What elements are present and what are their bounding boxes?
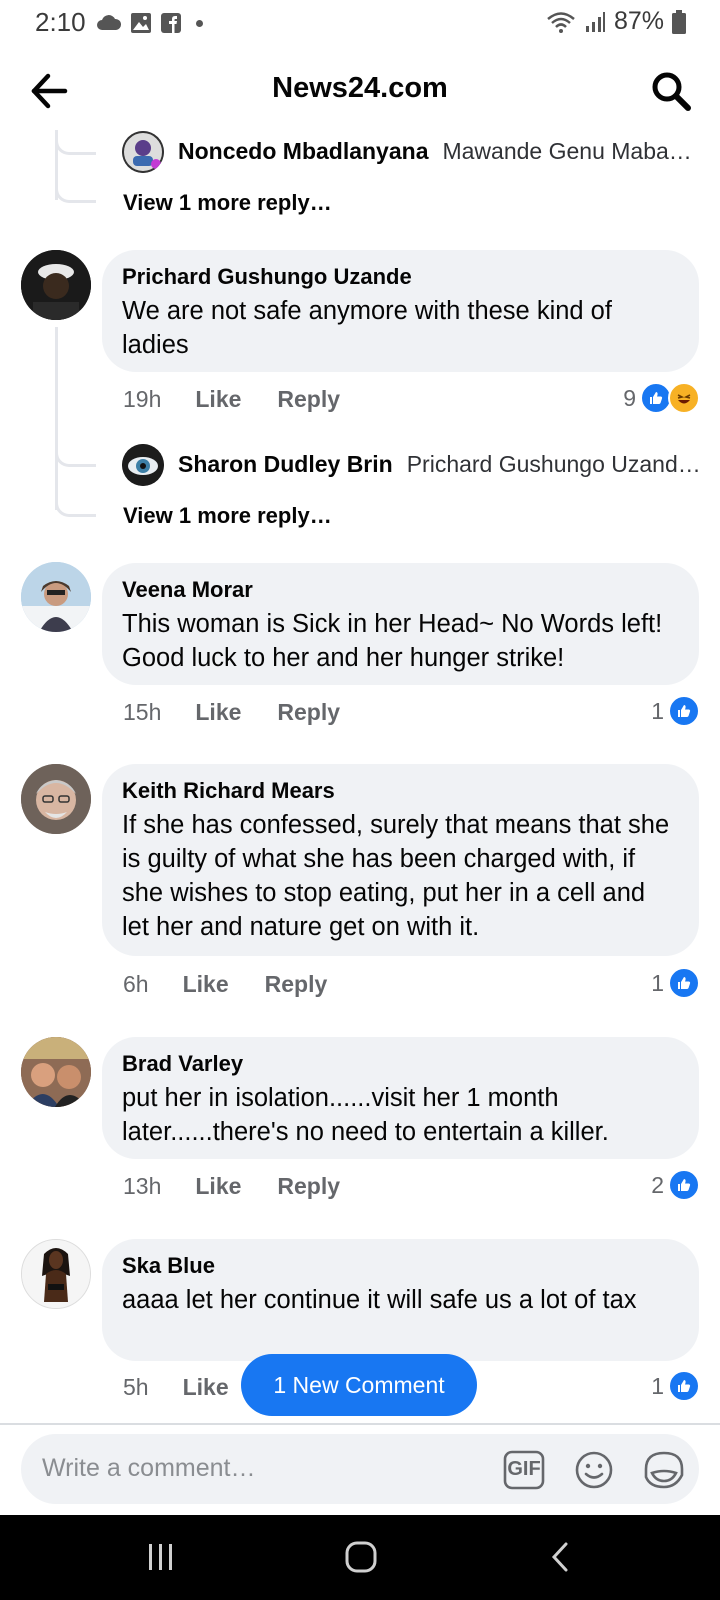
comment-bubble[interactable]: Keith Richard Mears If she has confessed… — [102, 764, 699, 956]
haha-reaction-icon — [668, 382, 700, 414]
battery-icon — [672, 9, 686, 34]
status-notification-icons — [96, 12, 203, 34]
reply-button[interactable]: Reply — [277, 386, 340, 413]
comment-time[interactable]: 19h — [123, 386, 161, 413]
reply-author[interactable]: Sharon Dudley Brin — [178, 451, 393, 478]
composer-divider — [0, 1423, 720, 1425]
avatar[interactable] — [21, 250, 91, 320]
new-comment-button[interactable]: 1 New Comment — [241, 1354, 477, 1416]
comment-time[interactable]: 13h — [123, 1173, 161, 1200]
recent-apps-icon[interactable] — [146, 1542, 176, 1572]
reactions-summary[interactable]: 9 — [623, 382, 700, 414]
comment-actions: 13h Like Reply — [123, 1173, 340, 1200]
battery-percent: 87% — [613, 7, 664, 35]
reply-button[interactable]: Reply — [277, 1173, 340, 1200]
comment-text: aaaa let her continue it will safe us a … — [122, 1286, 637, 1314]
comment-text: We are not safe anymore with these kind … — [122, 297, 612, 359]
sticker-icon[interactable] — [642, 1449, 686, 1491]
comment-text: If she has confessed, surely that means … — [122, 811, 670, 941]
comment-text: put her in isolation......visit her 1 mo… — [122, 1084, 609, 1146]
status-time: 2:10 — [35, 7, 86, 37]
reaction-count: 1 — [651, 1372, 664, 1399]
reply-button[interactable]: Reply — [277, 699, 340, 726]
thread-connector — [55, 440, 96, 467]
comment-actions: 15h Like Reply — [123, 699, 340, 726]
reactions-summary[interactable]: 2 — [651, 1169, 700, 1201]
comment-time[interactable]: 5h — [123, 1374, 149, 1401]
search-icon[interactable] — [650, 70, 692, 112]
comment-bubble[interactable]: Veena Morar This woman is Sick in her He… — [102, 563, 699, 685]
thread-connector — [55, 470, 96, 517]
comment-input[interactable]: Write a comment… — [42, 1454, 255, 1483]
cloud-icon — [97, 15, 122, 30]
comment-author[interactable]: Veena Morar — [122, 577, 679, 603]
like-button[interactable]: Like — [195, 699, 241, 726]
reply-preview[interactable]: Noncedo Mbadlanyana Mawande Genu Maba… — [178, 138, 720, 165]
reaction-count: 9 — [623, 384, 636, 411]
signal-icon — [585, 11, 605, 32]
home-icon[interactable] — [344, 1540, 378, 1574]
comment-author[interactable]: Brad Varley — [122, 1051, 679, 1077]
thread-connector — [55, 130, 96, 155]
like-button[interactable]: Like — [195, 386, 241, 413]
thread-connector — [55, 160, 96, 203]
reaction-count: 1 — [651, 969, 664, 996]
comment-author[interactable]: Ska Blue — [122, 1253, 679, 1279]
back-arrow-icon[interactable] — [28, 70, 70, 112]
avatar[interactable] — [21, 1239, 91, 1309]
wifi-icon — [547, 11, 575, 33]
comment-actions: 6h Like Reply — [123, 971, 327, 998]
emoji-icon[interactable] — [574, 1450, 614, 1490]
reply-preview[interactable]: Sharon Dudley Brin Prichard Gushungo Uza… — [178, 451, 707, 478]
like-button[interactable]: Like — [183, 971, 229, 998]
avatar[interactable] — [122, 131, 164, 173]
comment-time[interactable]: 6h — [123, 971, 149, 998]
dot-icon — [196, 19, 203, 27]
avatar[interactable] — [21, 1037, 91, 1107]
reply-button[interactable]: Reply — [265, 971, 328, 998]
gif-label: GIF — [507, 1458, 541, 1480]
avatar[interactable] — [122, 444, 164, 486]
reply-author[interactable]: Noncedo Mbadlanyana — [178, 138, 428, 165]
avatar[interactable] — [21, 764, 91, 834]
status-right: 87% — [546, 7, 686, 36]
comment-actions: 19h Like Reply — [123, 386, 340, 413]
comment-text: This woman is Sick in her Head~ No Words… — [122, 610, 663, 672]
comment-time[interactable]: 15h — [123, 699, 161, 726]
comment-bubble[interactable]: Ska Blue aaaa let her continue it will s… — [102, 1239, 699, 1361]
reaction-count: 1 — [651, 697, 664, 724]
comment-bubble[interactable]: Prichard Gushungo Uzande We are not safe… — [102, 250, 699, 372]
like-button[interactable]: Like — [183, 1374, 229, 1401]
reactions-summary[interactable]: 1 — [651, 967, 700, 999]
avatar[interactable] — [21, 562, 91, 632]
view-more-replies-link[interactable]: View 1 more reply… — [123, 503, 332, 529]
reply-text: Prichard Gushungo Uzande… — [406, 451, 707, 477]
view-more-replies-link[interactable]: View 1 more reply… — [123, 190, 332, 216]
reactions-summary[interactable]: 1 — [651, 695, 700, 727]
gallery-icon — [131, 13, 151, 33]
like-reaction-icon — [668, 1370, 700, 1402]
reply-text: Mawande Genu Maba… — [442, 138, 692, 164]
page-title: News24.com — [272, 72, 448, 104]
like-reaction-icon — [668, 695, 700, 727]
reactions-summary[interactable]: 1 — [651, 1370, 700, 1402]
facebook-notification-icon — [161, 13, 181, 33]
reaction-count: 2 — [651, 1171, 664, 1198]
back-nav-icon[interactable] — [548, 1540, 574, 1574]
comment-bubble[interactable]: Brad Varley put her in isolation......vi… — [102, 1037, 699, 1159]
like-button[interactable]: Like — [195, 1173, 241, 1200]
comment-author[interactable]: Keith Richard Mears — [122, 778, 679, 804]
like-reaction-icon — [668, 1169, 700, 1201]
like-reaction-icon — [668, 967, 700, 999]
gif-button[interactable]: GIF — [503, 1450, 545, 1490]
comment-author[interactable]: Prichard Gushungo Uzande — [122, 264, 679, 290]
